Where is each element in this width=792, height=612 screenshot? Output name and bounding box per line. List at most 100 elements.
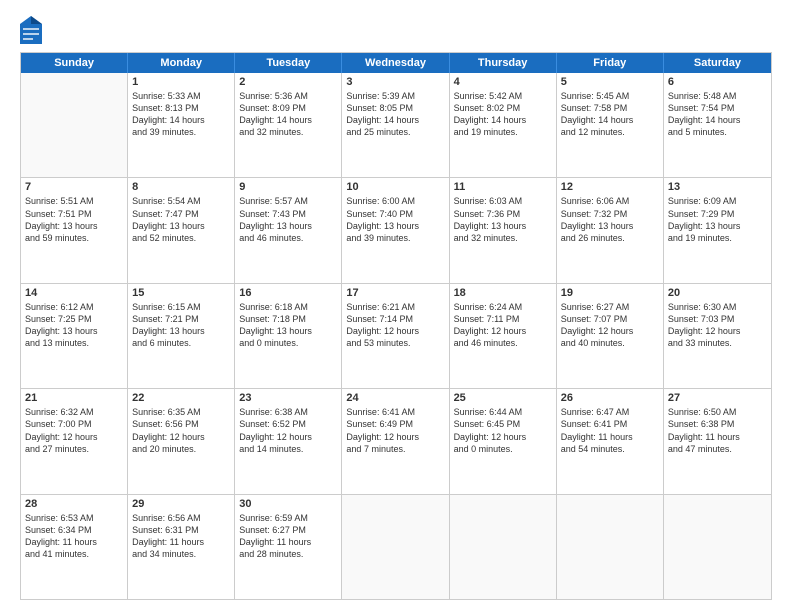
cal-cell-5: 5Sunrise: 5:45 AMSunset: 7:58 PMDaylight… bbox=[557, 73, 664, 177]
cell-line: Daylight: 13 hours bbox=[668, 220, 767, 232]
cell-line: and 59 minutes. bbox=[25, 232, 123, 244]
cell-line: and 19 minutes. bbox=[454, 126, 552, 138]
cell-line: Sunrise: 6:38 AM bbox=[239, 406, 337, 418]
cell-line: Daylight: 12 hours bbox=[561, 325, 659, 337]
calendar-header: SundayMondayTuesdayWednesdayThursdayFrid… bbox=[21, 53, 771, 73]
cell-line: Sunrise: 6:30 AM bbox=[668, 301, 767, 313]
day-number: 17 bbox=[346, 287, 444, 299]
cell-line: Sunset: 8:05 PM bbox=[346, 102, 444, 114]
cell-line: Sunset: 7:00 PM bbox=[25, 418, 123, 430]
cell-line: Sunset: 7:54 PM bbox=[668, 102, 767, 114]
day-number: 6 bbox=[668, 76, 767, 88]
cell-line: Daylight: 11 hours bbox=[239, 536, 337, 548]
day-number: 13 bbox=[668, 181, 767, 193]
day-number: 26 bbox=[561, 392, 659, 404]
weekday-header-wednesday: Wednesday bbox=[342, 53, 449, 73]
cal-cell-21: 21Sunrise: 6:32 AMSunset: 7:00 PMDayligh… bbox=[21, 389, 128, 493]
weekday-header-thursday: Thursday bbox=[450, 53, 557, 73]
day-number: 4 bbox=[454, 76, 552, 88]
day-number: 23 bbox=[239, 392, 337, 404]
day-number: 21 bbox=[25, 392, 123, 404]
cal-cell-23: 23Sunrise: 6:38 AMSunset: 6:52 PMDayligh… bbox=[235, 389, 342, 493]
cell-line: Sunrise: 6:53 AM bbox=[25, 512, 123, 524]
cal-cell-empty-4-5 bbox=[557, 495, 664, 599]
cell-line: and 28 minutes. bbox=[239, 548, 337, 560]
cell-line: and 32 minutes. bbox=[239, 126, 337, 138]
cal-cell-6: 6Sunrise: 5:48 AMSunset: 7:54 PMDaylight… bbox=[664, 73, 771, 177]
cell-line: and 7 minutes. bbox=[346, 443, 444, 455]
cal-cell-16: 16Sunrise: 6:18 AMSunset: 7:18 PMDayligh… bbox=[235, 284, 342, 388]
cell-line: Sunrise: 5:45 AM bbox=[561, 90, 659, 102]
cal-cell-11: 11Sunrise: 6:03 AMSunset: 7:36 PMDayligh… bbox=[450, 178, 557, 282]
day-number: 24 bbox=[346, 392, 444, 404]
cell-line: and 46 minutes. bbox=[454, 337, 552, 349]
cell-line: Sunrise: 6:21 AM bbox=[346, 301, 444, 313]
cal-cell-15: 15Sunrise: 6:15 AMSunset: 7:21 PMDayligh… bbox=[128, 284, 235, 388]
cell-line: Daylight: 13 hours bbox=[132, 220, 230, 232]
cell-line: and 46 minutes. bbox=[239, 232, 337, 244]
weekday-header-monday: Monday bbox=[128, 53, 235, 73]
cell-line: Daylight: 12 hours bbox=[132, 431, 230, 443]
cell-line: Sunset: 7:21 PM bbox=[132, 313, 230, 325]
cal-cell-10: 10Sunrise: 6:00 AMSunset: 7:40 PMDayligh… bbox=[342, 178, 449, 282]
cal-cell-17: 17Sunrise: 6:21 AMSunset: 7:14 PMDayligh… bbox=[342, 284, 449, 388]
cal-cell-24: 24Sunrise: 6:41 AMSunset: 6:49 PMDayligh… bbox=[342, 389, 449, 493]
cell-line: and 13 minutes. bbox=[25, 337, 123, 349]
cell-line: Sunrise: 6:03 AM bbox=[454, 195, 552, 207]
calendar-row-1: 7Sunrise: 5:51 AMSunset: 7:51 PMDaylight… bbox=[21, 178, 771, 283]
cal-cell-19: 19Sunrise: 6:27 AMSunset: 7:07 PMDayligh… bbox=[557, 284, 664, 388]
cell-line: Sunset: 7:18 PM bbox=[239, 313, 337, 325]
cell-line: Sunset: 7:58 PM bbox=[561, 102, 659, 114]
logo-icon bbox=[20, 16, 42, 44]
day-number: 9 bbox=[239, 181, 337, 193]
cell-line: Sunset: 7:07 PM bbox=[561, 313, 659, 325]
cell-line: and 52 minutes. bbox=[132, 232, 230, 244]
cal-cell-26: 26Sunrise: 6:47 AMSunset: 6:41 PMDayligh… bbox=[557, 389, 664, 493]
cell-line: Sunrise: 6:24 AM bbox=[454, 301, 552, 313]
cell-line: Sunset: 6:38 PM bbox=[668, 418, 767, 430]
cell-line: Sunrise: 5:36 AM bbox=[239, 90, 337, 102]
cell-line: Sunrise: 6:50 AM bbox=[668, 406, 767, 418]
day-number: 19 bbox=[561, 287, 659, 299]
cal-cell-2: 2Sunrise: 5:36 AMSunset: 8:09 PMDaylight… bbox=[235, 73, 342, 177]
cell-line: Sunset: 6:56 PM bbox=[132, 418, 230, 430]
cell-line: and 6 minutes. bbox=[132, 337, 230, 349]
cell-line: Sunset: 7:47 PM bbox=[132, 208, 230, 220]
cal-cell-27: 27Sunrise: 6:50 AMSunset: 6:38 PMDayligh… bbox=[664, 389, 771, 493]
cell-line: Sunrise: 5:42 AM bbox=[454, 90, 552, 102]
calendar-row-4: 28Sunrise: 6:53 AMSunset: 6:34 PMDayligh… bbox=[21, 495, 771, 599]
day-number: 16 bbox=[239, 287, 337, 299]
cal-cell-14: 14Sunrise: 6:12 AMSunset: 7:25 PMDayligh… bbox=[21, 284, 128, 388]
cell-line: and 53 minutes. bbox=[346, 337, 444, 349]
day-number: 8 bbox=[132, 181, 230, 193]
cell-line: Sunset: 7:25 PM bbox=[25, 313, 123, 325]
day-number: 18 bbox=[454, 287, 552, 299]
cell-line: Sunrise: 6:00 AM bbox=[346, 195, 444, 207]
day-number: 2 bbox=[239, 76, 337, 88]
cell-line: Sunset: 6:52 PM bbox=[239, 418, 337, 430]
weekday-header-saturday: Saturday bbox=[664, 53, 771, 73]
cell-line: Daylight: 14 hours bbox=[239, 114, 337, 126]
cell-line: Sunset: 6:31 PM bbox=[132, 524, 230, 536]
cal-cell-28: 28Sunrise: 6:53 AMSunset: 6:34 PMDayligh… bbox=[21, 495, 128, 599]
cell-line: and 25 minutes. bbox=[346, 126, 444, 138]
cal-cell-18: 18Sunrise: 6:24 AMSunset: 7:11 PMDayligh… bbox=[450, 284, 557, 388]
cell-line: and 41 minutes. bbox=[25, 548, 123, 560]
day-number: 15 bbox=[132, 287, 230, 299]
day-number: 29 bbox=[132, 498, 230, 510]
cell-line: Sunset: 6:49 PM bbox=[346, 418, 444, 430]
cell-line: Sunrise: 6:41 AM bbox=[346, 406, 444, 418]
cal-cell-empty-4-4 bbox=[450, 495, 557, 599]
cell-line: and 34 minutes. bbox=[132, 548, 230, 560]
day-number: 5 bbox=[561, 76, 659, 88]
cell-line: Daylight: 12 hours bbox=[454, 431, 552, 443]
cell-line: Daylight: 13 hours bbox=[239, 325, 337, 337]
cell-line: Daylight: 14 hours bbox=[132, 114, 230, 126]
cal-cell-1: 1Sunrise: 5:33 AMSunset: 8:13 PMDaylight… bbox=[128, 73, 235, 177]
day-number: 1 bbox=[132, 76, 230, 88]
cell-line: and 32 minutes. bbox=[454, 232, 552, 244]
cell-line: Sunset: 7:29 PM bbox=[668, 208, 767, 220]
weekday-header-tuesday: Tuesday bbox=[235, 53, 342, 73]
cell-line: Daylight: 11 hours bbox=[132, 536, 230, 548]
day-number: 22 bbox=[132, 392, 230, 404]
